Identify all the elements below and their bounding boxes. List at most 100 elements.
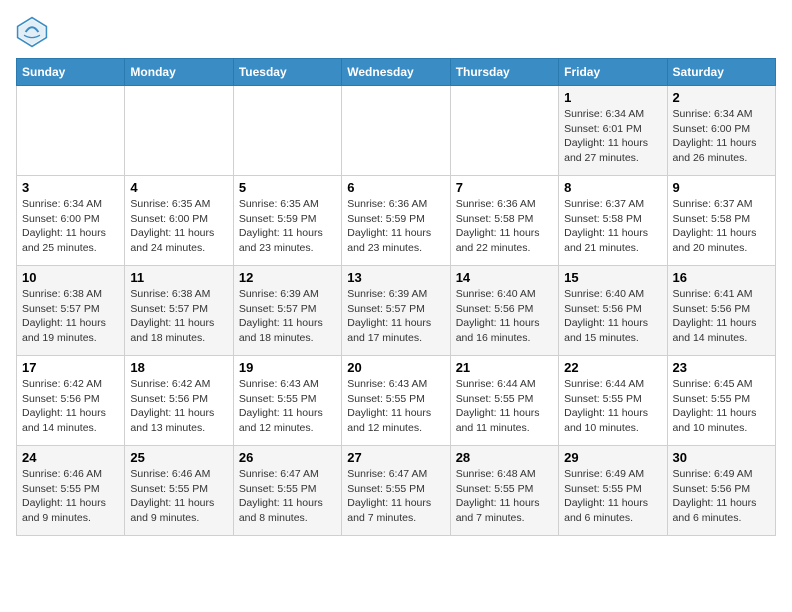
- calendar-cell: 4Sunrise: 6:35 AM Sunset: 6:00 PM Daylig…: [125, 176, 233, 266]
- day-number: 20: [347, 360, 444, 375]
- day-number: 26: [239, 450, 336, 465]
- calendar-cell: 10 Sunrise: 6:38 AM Sunset: 5:57 PM Dayli…: [17, 266, 125, 356]
- day-number: 12: [239, 270, 336, 285]
- day-number: 16: [673, 270, 770, 285]
- calendar-cell: 11 Sunrise: 6:38 AM Sunset: 5:57 PM Dayli…: [125, 266, 233, 356]
- day-info: Sunrise: 6:49 AM Sunset: 5:56 PM Dayligh…: [673, 467, 770, 526]
- day-number: 8: [564, 180, 661, 195]
- day-number: 14: [456, 270, 553, 285]
- day-info: Sunrise: 6:46 AM Sunset: 5:55 PM Dayligh…: [130, 467, 227, 526]
- week-row-4: 17Sunrise: 6:42 AM Sunset: 5:56 PM Dayli…: [17, 356, 776, 446]
- calendar-cell: 30 Sunrise: 6:49 AM Sunset: 5:56 PM Dayli…: [667, 446, 775, 536]
- week-row-3: 10 Sunrise: 6:38 AM Sunset: 5:57 PM Dayli…: [17, 266, 776, 356]
- day-number: 15: [564, 270, 661, 285]
- day-number: 2: [673, 90, 770, 105]
- header-friday: Friday: [559, 59, 667, 86]
- day-info: Sunrise: 6:43 AM Sunset: 5:55 PM Dayligh…: [347, 377, 444, 436]
- day-number: 19: [239, 360, 336, 375]
- page-header: [16, 16, 776, 48]
- day-info: Sunrise: 6:34 AM Sunset: 6:01 PM Dayligh…: [564, 107, 661, 166]
- calendar-cell: 23Sunrise: 6:45 AM Sunset: 5:55 PM Dayli…: [667, 356, 775, 446]
- day-info: Sunrise: 6:42 AM Sunset: 5:56 PM Dayligh…: [130, 377, 227, 436]
- day-info: Sunrise: 6:47 AM Sunset: 5:55 PM Dayligh…: [239, 467, 336, 526]
- day-info: Sunrise: 6:44 AM Sunset: 5:55 PM Dayligh…: [564, 377, 661, 436]
- header-tuesday: Tuesday: [233, 59, 341, 86]
- calendar-cell: 14 Sunrise: 6:40 AM Sunset: 5:56 PM Dayli…: [450, 266, 558, 356]
- day-info: Sunrise: 6:34 AM Sunset: 6:00 PM Dayligh…: [22, 197, 119, 256]
- day-number: 7: [456, 180, 553, 195]
- day-info: Sunrise: 6:38 AM Sunset: 5:57 PM Dayligh…: [130, 287, 227, 346]
- calendar-cell: 15 Sunrise: 6:40 AM Sunset: 5:56 PM Dayli…: [559, 266, 667, 356]
- header-saturday: Saturday: [667, 59, 775, 86]
- day-number: 11: [130, 270, 227, 285]
- day-number: 13: [347, 270, 444, 285]
- day-info: Sunrise: 6:46 AM Sunset: 5:55 PM Dayligh…: [22, 467, 119, 526]
- day-info: Sunrise: 6:41 AM Sunset: 5:56 PM Dayligh…: [673, 287, 770, 346]
- calendar-cell: 9 Sunrise: 6:37 AM Sunset: 5:58 PM Daylig…: [667, 176, 775, 266]
- day-info: Sunrise: 6:43 AM Sunset: 5:55 PM Dayligh…: [239, 377, 336, 436]
- day-number: 21: [456, 360, 553, 375]
- day-info: Sunrise: 6:40 AM Sunset: 5:56 PM Dayligh…: [564, 287, 661, 346]
- day-number: 6: [347, 180, 444, 195]
- week-row-2: 3 Sunrise: 6:34 AM Sunset: 6:00 PM Daylig…: [17, 176, 776, 266]
- calendar-cell: [17, 86, 125, 176]
- calendar-cell: 12Sunrise: 6:39 AM Sunset: 5:57 PM Dayli…: [233, 266, 341, 356]
- day-info: Sunrise: 6:49 AM Sunset: 5:55 PM Dayligh…: [564, 467, 661, 526]
- calendar-cell: 22 Sunrise: 6:44 AM Sunset: 5:55 PM Dayli…: [559, 356, 667, 446]
- day-number: 1: [564, 90, 661, 105]
- calendar-cell: 21 Sunrise: 6:44 AM Sunset: 5:55 PM Dayli…: [450, 356, 558, 446]
- week-row-5: 24Sunrise: 6:46 AM Sunset: 5:55 PM Dayli…: [17, 446, 776, 536]
- day-info: Sunrise: 6:40 AM Sunset: 5:56 PM Dayligh…: [456, 287, 553, 346]
- day-info: Sunrise: 6:44 AM Sunset: 5:55 PM Dayligh…: [456, 377, 553, 436]
- calendar-cell: [233, 86, 341, 176]
- calendar-cell: 24Sunrise: 6:46 AM Sunset: 5:55 PM Dayli…: [17, 446, 125, 536]
- calendar-cell: 20 Sunrise: 6:43 AM Sunset: 5:55 PM Dayli…: [342, 356, 450, 446]
- calendar-cell: 25 Sunrise: 6:46 AM Sunset: 5:55 PM Dayli…: [125, 446, 233, 536]
- calendar-cell: 3 Sunrise: 6:34 AM Sunset: 6:00 PM Daylig…: [17, 176, 125, 266]
- day-number: 3: [22, 180, 119, 195]
- day-number: 10: [22, 270, 119, 285]
- day-number: 30: [673, 450, 770, 465]
- week-row-1: 1 Sunrise: 6:34 AM Sunset: 6:01 PM Daylig…: [17, 86, 776, 176]
- day-number: 18: [130, 360, 227, 375]
- calendar-cell: [450, 86, 558, 176]
- calendar-cell: 29Sunrise: 6:49 AM Sunset: 5:55 PM Dayli…: [559, 446, 667, 536]
- calendar-cell: 18 Sunrise: 6:42 AM Sunset: 5:56 PM Dayli…: [125, 356, 233, 446]
- calendar-cell: [342, 86, 450, 176]
- header-thursday: Thursday: [450, 59, 558, 86]
- header-sunday: Sunday: [17, 59, 125, 86]
- calendar-cell: 19 Sunrise: 6:43 AM Sunset: 5:55 PM Dayli…: [233, 356, 341, 446]
- day-number: 27: [347, 450, 444, 465]
- day-info: Sunrise: 6:35 AM Sunset: 5:59 PM Dayligh…: [239, 197, 336, 256]
- calendar-cell: 27 Sunrise: 6:47 AM Sunset: 5:55 PM Dayli…: [342, 446, 450, 536]
- calendar-cell: 1 Sunrise: 6:34 AM Sunset: 6:01 PM Daylig…: [559, 86, 667, 176]
- day-info: Sunrise: 6:47 AM Sunset: 5:55 PM Dayligh…: [347, 467, 444, 526]
- day-info: Sunrise: 6:42 AM Sunset: 5:56 PM Dayligh…: [22, 377, 119, 436]
- calendar-cell: 28Sunrise: 6:48 AM Sunset: 5:55 PM Dayli…: [450, 446, 558, 536]
- calendar-cell: 8 Sunrise: 6:37 AM Sunset: 5:58 PM Daylig…: [559, 176, 667, 266]
- day-info: Sunrise: 6:45 AM Sunset: 5:55 PM Dayligh…: [673, 377, 770, 436]
- day-info: Sunrise: 6:39 AM Sunset: 5:57 PM Dayligh…: [347, 287, 444, 346]
- day-info: Sunrise: 6:37 AM Sunset: 5:58 PM Dayligh…: [673, 197, 770, 256]
- day-number: 4: [130, 180, 227, 195]
- day-info: Sunrise: 6:37 AM Sunset: 5:58 PM Dayligh…: [564, 197, 661, 256]
- day-number: 25: [130, 450, 227, 465]
- header-row: SundayMondayTuesdayWednesdayThursdayFrid…: [17, 59, 776, 86]
- logo: [16, 16, 52, 48]
- calendar-cell: 17Sunrise: 6:42 AM Sunset: 5:56 PM Dayli…: [17, 356, 125, 446]
- calendar-cell: 5 Sunrise: 6:35 AM Sunset: 5:59 PM Daylig…: [233, 176, 341, 266]
- calendar-cell: 16 Sunrise: 6:41 AM Sunset: 5:56 PM Dayli…: [667, 266, 775, 356]
- calendar-table: SundayMondayTuesdayWednesdayThursdayFrid…: [16, 58, 776, 536]
- day-number: 5: [239, 180, 336, 195]
- calendar-cell: 6Sunrise: 6:36 AM Sunset: 5:59 PM Daylig…: [342, 176, 450, 266]
- day-number: 9: [673, 180, 770, 195]
- day-number: 28: [456, 450, 553, 465]
- day-info: Sunrise: 6:38 AM Sunset: 5:57 PM Dayligh…: [22, 287, 119, 346]
- day-info: Sunrise: 6:34 AM Sunset: 6:00 PM Dayligh…: [673, 107, 770, 166]
- calendar-cell: 7 Sunrise: 6:36 AM Sunset: 5:58 PM Daylig…: [450, 176, 558, 266]
- day-info: Sunrise: 6:36 AM Sunset: 5:58 PM Dayligh…: [456, 197, 553, 256]
- calendar-cell: 26 Sunrise: 6:47 AM Sunset: 5:55 PM Dayli…: [233, 446, 341, 536]
- calendar-cell: 2 Sunrise: 6:34 AM Sunset: 6:00 PM Daylig…: [667, 86, 775, 176]
- day-number: 22: [564, 360, 661, 375]
- logo-icon: [16, 16, 48, 48]
